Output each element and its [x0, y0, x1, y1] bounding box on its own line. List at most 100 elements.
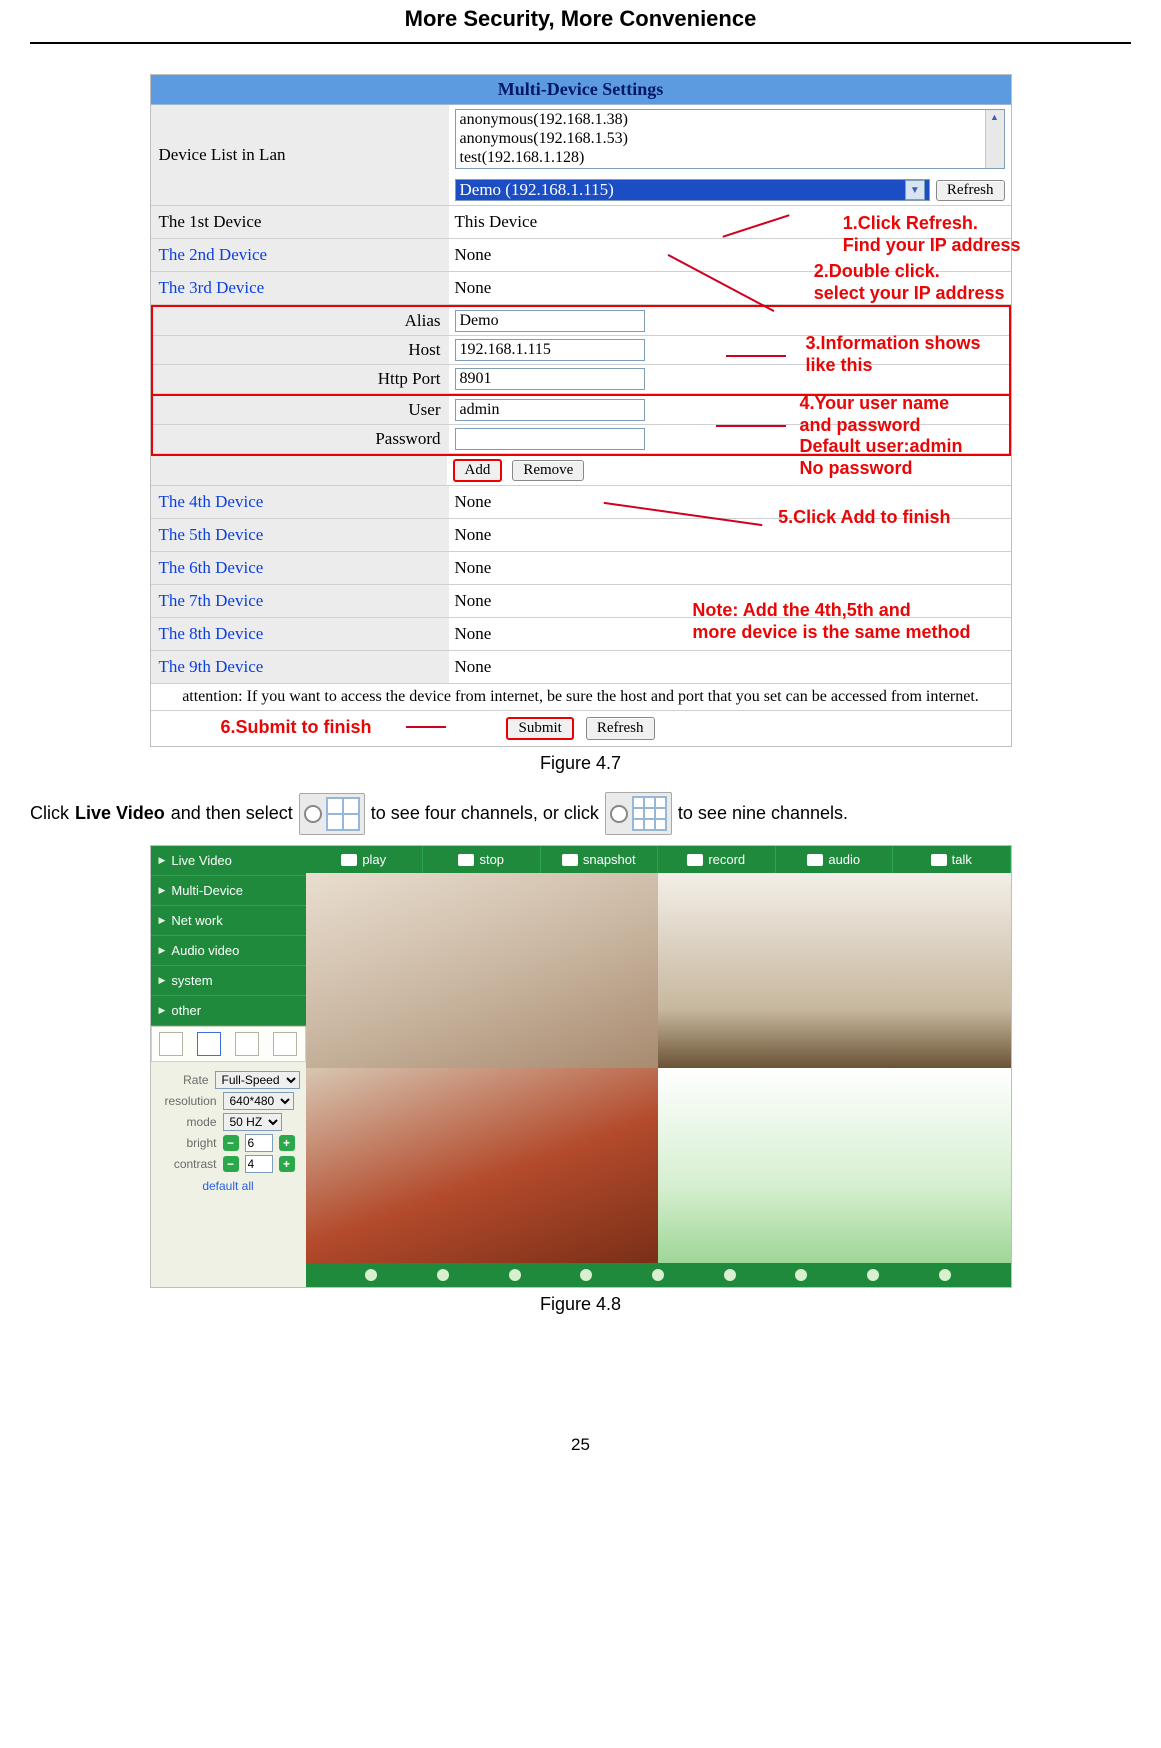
device8-value: None: [449, 618, 1011, 650]
refresh-bottom-button[interactable]: Refresh: [586, 717, 655, 740]
sidebar-item-audio-video[interactable]: Audio video: [151, 936, 306, 966]
resolution-label: resolution: [157, 1094, 217, 1108]
figure-4-8-caption: Figure 4.8: [30, 1294, 1131, 1315]
figure-4-7: Multi-Device Settings Device List in Lan…: [150, 74, 1012, 747]
device8-label[interactable]: The 8th Device: [151, 618, 449, 650]
instr-text: to see nine channels.: [678, 803, 848, 824]
stop-icon: [458, 854, 474, 866]
dot-icon: [867, 1269, 879, 1281]
sidebar-item-other[interactable]: other: [151, 996, 306, 1026]
camera-feed-3[interactable]: [306, 1068, 659, 1263]
add-button[interactable]: Add: [453, 459, 503, 482]
camera-icon: [562, 854, 578, 866]
rate-label: Rate: [157, 1073, 209, 1087]
camera-feed-1[interactable]: [306, 873, 659, 1068]
instr-bold: Live Video: [75, 803, 165, 824]
chevron-down-icon[interactable]: ▼: [905, 180, 925, 200]
view-4-icon[interactable]: [197, 1032, 221, 1056]
sidebar-nav: Live Video Multi-Device Net work Audio v…: [151, 846, 306, 1026]
camera-feed-4[interactable]: [658, 1068, 1011, 1263]
dot-icon: [365, 1269, 377, 1281]
dot-icon: [652, 1269, 664, 1281]
device5-value: None: [449, 519, 1011, 551]
rate-select[interactable]: Full-Speed: [215, 1071, 300, 1089]
default-all-link[interactable]: default all: [157, 1179, 300, 1193]
device-list-label: Device List in Lan: [151, 105, 449, 205]
dot-icon: [509, 1269, 521, 1281]
device5-label[interactable]: The 5th Device: [151, 519, 449, 551]
contrast-input[interactable]: [245, 1155, 273, 1173]
list-item[interactable]: anonymous(192.168.1.53): [456, 129, 1004, 148]
mic-icon: [931, 854, 947, 866]
nine-channel-icon: [605, 792, 672, 835]
view-9b-icon[interactable]: [273, 1032, 297, 1056]
audio-button[interactable]: audio: [776, 846, 894, 873]
four-channel-icon: [299, 793, 365, 835]
refresh-button[interactable]: Refresh: [936, 180, 1005, 201]
device-dropdown[interactable]: Demo (192.168.1.115) ▼: [455, 179, 930, 201]
play-button[interactable]: play: [306, 846, 424, 873]
device-listbox[interactable]: anonymous(192.168.1.38) anonymous(192.16…: [455, 109, 1005, 169]
device2-label[interactable]: The 2nd Device: [151, 239, 449, 271]
video-toolbar: play stop snapshot record audio talk: [306, 846, 1011, 873]
instr-text: to see four channels, or click: [371, 803, 599, 824]
plus-icon[interactable]: +: [279, 1135, 295, 1151]
remove-button[interactable]: Remove: [512, 460, 584, 481]
password-label: Password: [303, 425, 449, 453]
port-input[interactable]: [455, 368, 645, 390]
device4-label[interactable]: The 4th Device: [151, 486, 449, 518]
speaker-icon: [807, 854, 823, 866]
sidebar-item-network[interactable]: Net work: [151, 906, 306, 936]
figure-4-7-caption: Figure 4.7: [30, 753, 1131, 774]
user-input[interactable]: [455, 399, 645, 421]
video-controls: Rate Full-Speed resolution 640*480 mode 50 …: [151, 1062, 306, 1203]
minus-icon[interactable]: −: [223, 1156, 239, 1172]
device4-value: None: [449, 486, 1011, 518]
sidebar-item-system[interactable]: system: [151, 966, 306, 996]
doc-header: More Security, More Convenience: [30, 0, 1131, 44]
figure-4-8: Live Video Multi-Device Net work Audio v…: [150, 845, 1012, 1288]
view-9-icon[interactable]: [235, 1032, 259, 1056]
device3-label[interactable]: The 3rd Device: [151, 272, 449, 304]
plus-icon[interactable]: +: [279, 1156, 295, 1172]
record-button[interactable]: record: [658, 846, 776, 873]
bright-input[interactable]: [245, 1134, 273, 1152]
mode-select[interactable]: 50 HZ: [223, 1113, 282, 1131]
dot-icon: [795, 1269, 807, 1281]
sidebar-item-live-video[interactable]: Live Video: [151, 846, 306, 876]
record-icon: [687, 854, 703, 866]
alias-input[interactable]: [455, 310, 645, 332]
device9-label[interactable]: The 9th Device: [151, 651, 449, 683]
stop-button[interactable]: stop: [423, 846, 541, 873]
page-number: 25: [30, 1435, 1131, 1455]
device1-value: This Device: [449, 206, 1011, 238]
bright-label: bright: [157, 1136, 217, 1150]
host-label: Host: [303, 336, 449, 364]
talk-button[interactable]: talk: [893, 846, 1011, 873]
device7-label[interactable]: The 7th Device: [151, 585, 449, 617]
dot-icon: [437, 1269, 449, 1281]
attention-text: attention: If you want to access the dev…: [151, 684, 1011, 711]
device6-label[interactable]: The 6th Device: [151, 552, 449, 584]
minus-icon[interactable]: −: [223, 1135, 239, 1151]
scrollbar[interactable]: [985, 110, 1004, 168]
list-item[interactable]: test(192.168.1.128): [456, 148, 1004, 167]
dot-icon: [580, 1269, 592, 1281]
multi-device-title: Multi-Device Settings: [151, 75, 1011, 105]
device6-value: None: [449, 552, 1011, 584]
snapshot-button[interactable]: snapshot: [541, 846, 659, 873]
user-label: User: [303, 396, 449, 424]
sidebar-item-multi-device[interactable]: Multi-Device: [151, 876, 306, 906]
resolution-select[interactable]: 640*480: [223, 1092, 294, 1110]
camera-feed-2[interactable]: [658, 873, 1011, 1068]
device2-value: None: [449, 239, 1011, 271]
list-item[interactable]: anonymous(192.168.1.38): [456, 110, 1004, 129]
annotation-6: 6.Submit to finish: [221, 717, 372, 739]
view-1-icon[interactable]: [159, 1032, 183, 1056]
video-footer-dots: [306, 1263, 1011, 1287]
submit-button[interactable]: Submit: [506, 717, 573, 740]
video-grid: [306, 873, 1011, 1263]
host-input[interactable]: [455, 339, 645, 361]
mode-label: mode: [157, 1115, 217, 1129]
password-input[interactable]: [455, 428, 645, 450]
